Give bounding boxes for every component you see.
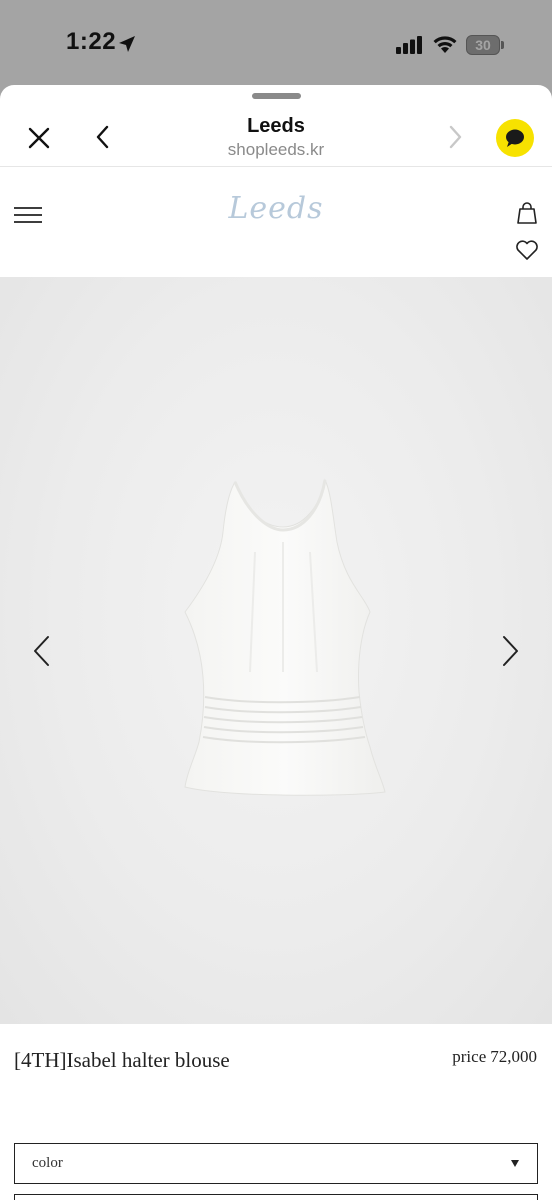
kakao-chat-icon (506, 129, 524, 147)
bag-icon[interactable] (515, 201, 539, 225)
product-image[interactable] (0, 277, 552, 1024)
blouse-image (184, 478, 386, 796)
product-name: [4TH]Isabel halter blouse (14, 1048, 230, 1072)
forward-icon[interactable] (444, 123, 466, 151)
location-arrow-icon (119, 36, 135, 52)
chevron-left-icon[interactable] (30, 633, 54, 669)
kakao-chat-button[interactable] (496, 119, 534, 157)
caret-down-icon (511, 1160, 519, 1167)
signal-icon (396, 36, 422, 54)
color-select[interactable]: color (14, 1143, 538, 1184)
browser-url[interactable]: shopleeds.kr (0, 140, 552, 160)
product-price: price 72,000 (452, 1047, 537, 1067)
status-bar: 1:22 30 (0, 0, 552, 88)
heart-icon[interactable] (515, 239, 539, 261)
color-select-label: color (32, 1155, 63, 1171)
browser-toolbar: Leeds shopleeds.kr (0, 99, 552, 167)
status-time: 1:22 (66, 28, 117, 55)
chevron-right-icon[interactable] (498, 633, 522, 669)
option-select-partial[interactable] (14, 1194, 538, 1200)
battery-icon: 30 (466, 35, 504, 55)
battery-level: 30 (475, 37, 491, 53)
wifi-icon (433, 36, 457, 53)
browser-sheet: Leeds shopleeds.kr Leeds [4TH]Isabel hal… (0, 85, 552, 1200)
price-value: 72,000 (490, 1047, 537, 1066)
site-logo[interactable]: Leeds (0, 191, 552, 226)
browser-title: Leeds (247, 115, 305, 137)
site-header: Leeds (0, 167, 552, 277)
price-label: price (452, 1047, 487, 1066)
